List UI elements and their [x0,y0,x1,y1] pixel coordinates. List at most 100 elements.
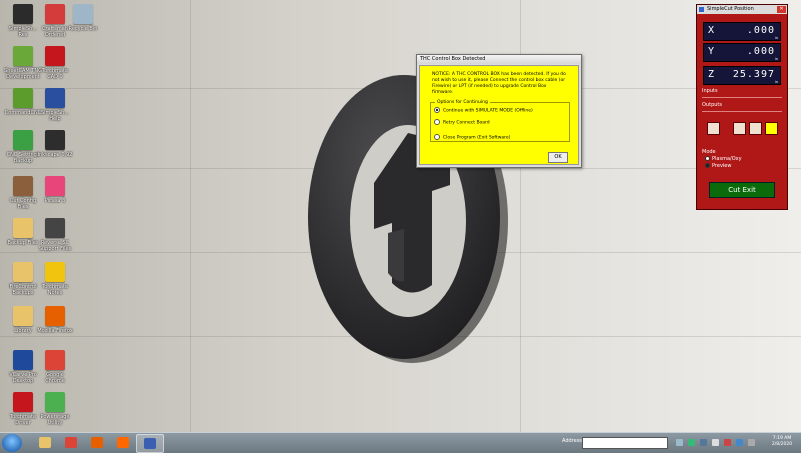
mode-plasma[interactable]: Plasma/Oxy [705,156,742,162]
app-icon [13,262,33,282]
option-label: Continue with SIMULATE MODE (Offline) [443,108,533,114]
app-icon [45,306,65,326]
desktop-icon[interactable]: SimpleSh... Help [36,88,74,128]
app-icon [45,392,65,412]
shield-icon[interactable] [688,439,695,446]
grid-tool-icon[interactable] [765,122,778,135]
desktop-icon[interactable]: Reverse SC Support Files [36,218,74,258]
desktop-icon[interactable]: Powerstage Utility [36,392,74,432]
ok-button[interactable]: OK [548,152,568,163]
radio-icon[interactable] [705,156,710,161]
desktop-icon[interactable]: Torchmate Notes [36,262,74,302]
simplecut-icon [144,438,156,449]
clock-date: 2/8/2020 [771,442,793,447]
desktop-icon[interactable]: Picasa 3 [36,176,74,216]
desktop-icon[interactable]: Mozilla Firefox [36,306,74,346]
option-simulate[interactable]: Continue with SIMULATE MODE (Offline) [434,107,533,115]
app-icon [73,4,93,24]
bluetooth-icon[interactable] [736,439,743,446]
radio-icon[interactable] [705,163,710,168]
mi-icon [117,437,129,448]
file-explorer-icon [39,437,51,448]
axis-value: .000 [746,46,775,57]
firefox-icon [91,437,103,448]
start-button[interactable] [2,434,22,452]
jog-tool-icon[interactable] [749,122,762,135]
desktop-icon[interactable]: Inkscape 0.92 [36,130,74,170]
mode-option-label: Preview [712,163,732,169]
inputs-label: Inputs [702,88,718,94]
torch-tool-icon[interactable] [707,122,720,135]
clock[interactable]: 7:19 AM 2/8/2020 [768,436,796,448]
radio-icon[interactable] [434,119,440,125]
app-icon [45,262,65,282]
desktop-icon[interactable]: Recycle Bin [64,4,102,44]
close-icon[interactable]: ✕ [777,6,786,13]
option-label: Close Program (Exit Software) [443,135,511,141]
dialog-message: NOTICE: A THC CONTROL BOX has been detec… [432,72,566,95]
desktop-icon-label: Google Chrome [45,372,65,384]
app-icon [699,7,704,12]
desktop-icon[interactable]: Torchmate CAD 9 [36,46,74,86]
network-icon[interactable] [700,439,707,446]
taskbar-app[interactable] [84,434,110,451]
desktop-icon-label: Reverse SC Support Files [38,240,72,252]
axis-unit: in [774,57,778,61]
radio-icon[interactable] [434,107,440,113]
app-icon [13,218,33,238]
options-group-label: Options for Continuing [437,100,488,105]
app-icon [13,350,33,370]
option-label: Retry Connect Board [443,120,490,126]
option-retry[interactable]: Retry Connect Board [434,119,490,127]
taskbar: Address 7:19 AM 2/8/2020 [0,432,801,453]
mode-label: Mode [702,149,716,155]
desktop-icon-label: Mozilla Firefox [37,328,73,334]
taskbar-app[interactable] [58,434,84,451]
axis-label: Y [708,46,715,57]
dialog-body: NOTICE: A THC CONTROL BOX has been detec… [419,65,579,165]
option-close[interactable]: Close Program (Exit Software) [434,134,510,142]
axis-label: X [708,25,715,36]
desktop-icon-label: SimpleSh... Help [40,110,70,122]
taskbar-app[interactable] [136,434,164,453]
app-icon [45,176,65,196]
desktop-icon[interactable]: Google Chrome [36,350,74,390]
keyboard-icon[interactable] [748,439,755,446]
app-icon [45,218,65,238]
axis-unit: in [774,36,778,40]
axis-label: Z [708,69,715,80]
desktop-icon-label: Torchmate CAD 9 [41,68,69,80]
chrome-icon [65,437,77,448]
settings-tool-icon[interactable] [733,122,746,135]
cut-exit-button[interactable]: Cut Exit [709,182,775,198]
wall-seam [190,0,191,432]
dialog-title: THC Control Box Detected [417,55,581,64]
taskbar-app[interactable] [110,434,136,451]
desktop-icon-label: Torchmate Notes [41,284,69,296]
desktop-icon-label: Picasa 3 [44,198,66,204]
axis-value: .000 [746,25,775,36]
app-icon [13,46,33,66]
outputs-label: Outputs [702,102,722,108]
mode-option-label: Plasma/Oxy [712,156,742,162]
address-label: Address [562,438,582,444]
mode-preview[interactable]: Preview [705,163,731,169]
radio-icon[interactable] [434,134,440,140]
desktop-icon-label: Recycle Bin [68,26,98,32]
y-axis-readout: Y .000 in [703,43,781,62]
app-icon [13,130,33,150]
arrow-up-icon[interactable] [676,439,683,446]
desktop-icon-label: Powerstage Utility [40,414,70,426]
thc-dialog: THC Control Box Detected NOTICE: A THC C… [416,54,582,168]
axis-unit: in [774,80,778,84]
taskbar-app[interactable] [32,434,58,451]
volume-icon[interactable] [712,439,719,446]
app-icon [13,392,33,412]
divider [702,97,782,98]
divider [702,111,782,112]
app-icon [13,306,33,326]
address-input[interactable] [582,437,668,449]
z-axis-readout: Z 25.397 in [703,66,781,85]
flag-icon[interactable] [724,439,731,446]
position-panel: SimpleCut Position ✕ X .000 in Y .000 in… [696,4,788,210]
